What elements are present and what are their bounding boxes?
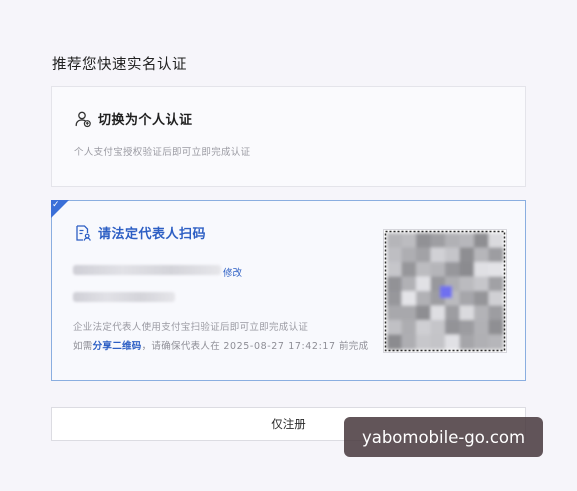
personal-auth-header: 切换为个人认证: [74, 109, 193, 128]
redacted-company-name: [73, 265, 221, 275]
legal-rep-card[interactable]: ✓ 请法定代表人扫码 修改 企业法定代表人使用支付宝扫验证后即可立即完成认证 如…: [51, 200, 526, 381]
personal-auth-title: 切换为个人认证: [98, 113, 193, 128]
share-qr-link[interactable]: 分享二维码: [93, 341, 142, 352]
personal-auth-card[interactable]: 切换为个人认证 个人支付宝授权验证后即可立即完成认证: [51, 86, 526, 187]
document-user-icon: [74, 224, 92, 242]
legal-rep-description: 企业法定代表人使用支付宝扫验证后即可立即完成认证: [73, 322, 309, 333]
user-switch-icon: [74, 110, 92, 128]
share-hint-prefix: 如需: [73, 341, 93, 352]
qr-code: [383, 229, 507, 353]
share-hint: 如需分享二维码，请确保代表人在 2025-08-27 17:42:17 前完成: [73, 338, 368, 352]
edit-link[interactable]: 修改: [223, 265, 242, 279]
legal-rep-header: 请法定代表人扫码: [74, 223, 206, 242]
watermark-overlay: yabomobile-go.com: [344, 417, 543, 457]
page-title: 推荐您快速实名认证: [52, 57, 187, 73]
redacted-representative-info: [73, 292, 175, 302]
deadline-datetime: 2025-08-27 17:42:17: [223, 341, 336, 352]
personal-auth-description: 个人支付宝授权验证后即可立即完成认证: [74, 147, 251, 158]
qr-code-image: [384, 230, 506, 352]
legal-rep-title: 请法定代表人扫码: [98, 227, 207, 242]
selected-check-icon: ✓: [51, 200, 69, 218]
share-hint-suffix: 前完成: [335, 341, 369, 352]
share-hint-middle: ，请确保代表人在: [141, 341, 224, 352]
